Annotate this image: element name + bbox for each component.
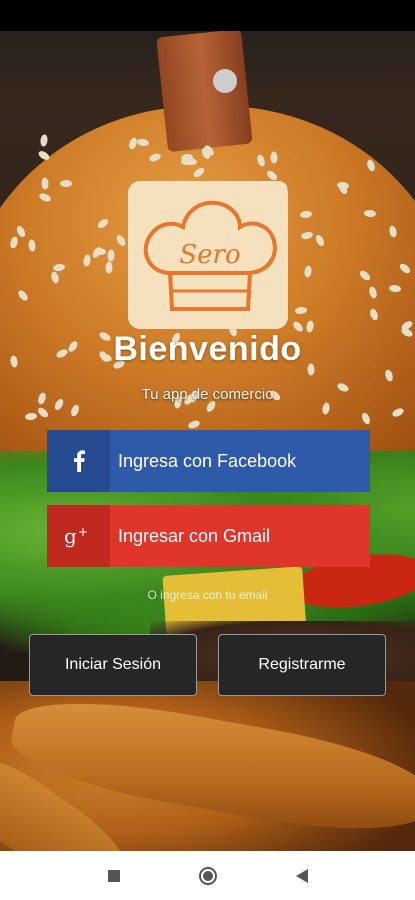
- google-plus-icon: g +: [64, 524, 88, 548]
- login-button-label: Iniciar Sesión: [64, 656, 162, 673]
- welcome-subtitle: Tu app de comercio: [141, 386, 274, 403]
- facebook-icon: [73, 450, 85, 472]
- navigation-bar: [0, 851, 415, 900]
- register-button-label: Registrarme: [258, 656, 346, 673]
- circle-icon: [198, 866, 217, 885]
- gmail-login-button[interactable]: g + Ingresar con Gmail: [47, 505, 370, 567]
- triangle-back-icon: [295, 868, 308, 883]
- chef-hat-icon: Sero: [143, 200, 277, 311]
- home-button[interactable]: [196, 864, 220, 888]
- welcome-title: Bienvenido: [113, 330, 302, 368]
- logo-text: Sero: [179, 240, 240, 270]
- svg-text:g: g: [64, 524, 77, 548]
- register-button[interactable]: Registrarme: [218, 634, 386, 696]
- status-bar: [0, 0, 415, 31]
- svg-text:+: +: [78, 525, 88, 539]
- gmail-login-label: Ingresar con Gmail: [118, 525, 271, 546]
- login-button[interactable]: Iniciar Sesión: [29, 634, 197, 696]
- back-button[interactable]: [290, 864, 314, 888]
- facebook-login-button[interactable]: Ingresa con Facebook: [47, 430, 370, 492]
- recents-button[interactable]: [102, 864, 126, 888]
- facebook-login-label: Ingresa con Facebook: [118, 450, 297, 471]
- email-divider-text: O ingresa con tu email: [147, 588, 268, 602]
- square-icon: [107, 869, 120, 882]
- app-logo: Sero: [128, 181, 288, 329]
